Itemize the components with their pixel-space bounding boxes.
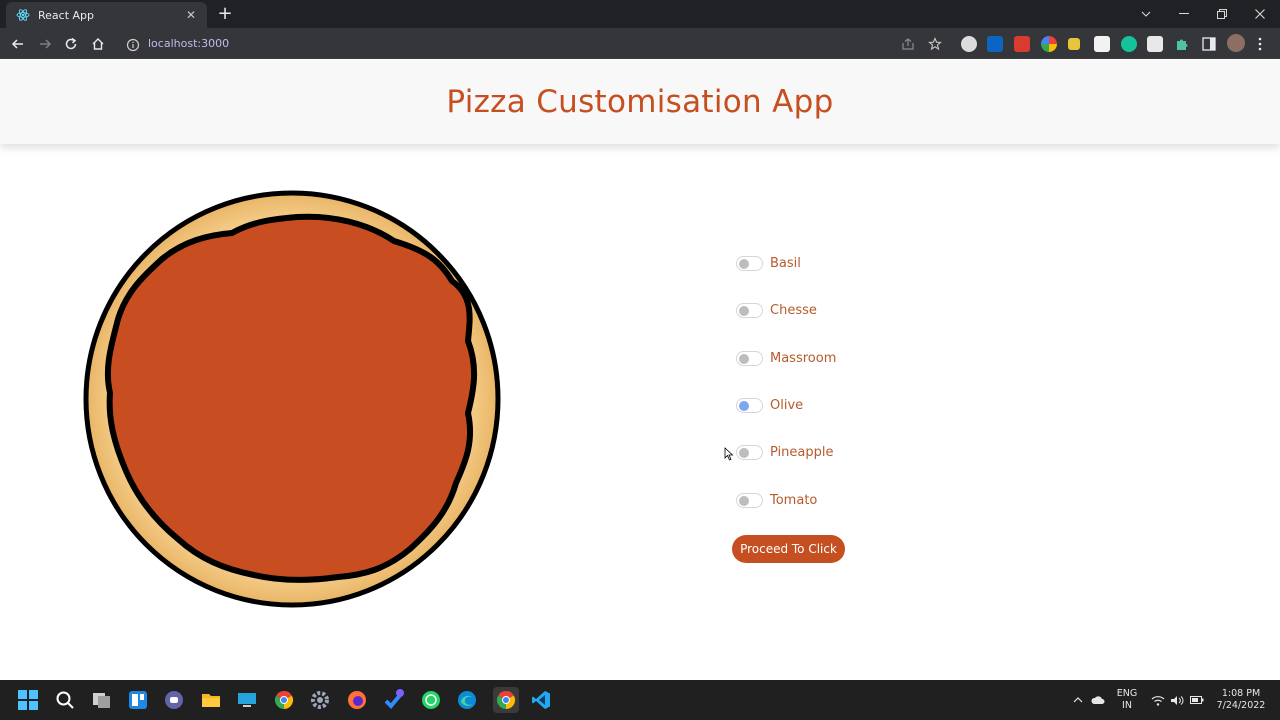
whatsapp-icon[interactable] [420,689,442,711]
topping-option-mushroom[interactable]: Massroom [736,347,836,369]
extension-icon-6[interactable] [1094,36,1110,52]
mouse-cursor-icon [724,446,734,461]
topping-toggle-mushroom[interactable] [736,350,763,366]
toggle-knob [739,447,749,458]
chevron-up-icon[interactable] [1071,694,1085,706]
extension-icon-1[interactable] [961,36,977,52]
proceed-button[interactable]: Proceed To Click [732,535,845,563]
site-info-icon[interactable] [126,37,140,51]
topping-option-basil[interactable]: Basil [736,252,801,274]
settings-gear-icon[interactable] [309,689,331,711]
onedrive-icon[interactable] [1091,694,1105,706]
wifi-icon[interactable] [1151,694,1165,706]
linkedin-extension-icon[interactable] [987,36,1003,52]
search-icon[interactable] [54,689,76,711]
widgets-icon[interactable] [127,689,149,711]
browser-tab[interactable]: React App ✕ [6,2,207,28]
language-indicator[interactable]: ENG IN [1112,688,1142,712]
react-logo-icon [16,8,30,22]
address-bar[interactable]: localhost:3000 [118,31,948,56]
topping-toggle-olive[interactable] [736,397,763,413]
topping-label: Olive [770,397,804,413]
browser-tab-strip: React App ✕ + [0,0,1280,28]
close-window-icon[interactable] [1241,0,1279,28]
url-text: localhost:3000 [148,37,230,50]
firefox-icon[interactable] [346,689,368,711]
reload-icon[interactable] [60,33,82,55]
toggle-knob [739,495,749,506]
topping-option-olive[interactable]: Olive [736,394,803,416]
file-explorer-icon[interactable] [200,689,222,711]
windows-taskbar: ENG IN 1:08 PM 7/24/2022 [0,680,1280,720]
volume-icon[interactable] [1170,694,1184,706]
home-icon[interactable] [87,33,109,55]
topping-label: Pineapple [770,444,834,460]
topping-toggle-pineapple[interactable] [736,444,763,460]
restore-icon[interactable] [1203,0,1241,28]
grammarly-extension-icon[interactable] [1121,36,1137,52]
topping-toggle-tomato[interactable] [736,492,763,508]
language-region: IN [1122,700,1132,711]
toggle-knob [739,353,749,364]
windows-start-icon[interactable] [17,689,39,711]
pizza-illustration [82,189,502,609]
forward-icon[interactable] [34,33,56,55]
extensions-puzzle-icon[interactable] [1174,36,1190,52]
clock-date: 7/24/2022 [1216,700,1266,711]
pizza-sauce [104,213,478,583]
share-icon[interactable] [897,33,919,55]
back-icon[interactable] [7,33,29,55]
topping-label: Chesse [770,302,817,318]
app-header: Pizza Customisation App [0,60,1280,144]
browser-toolbar: localhost:3000 [0,28,1280,59]
topping-option-cheese[interactable]: Chesse [736,299,817,321]
clock-time: 1:08 PM [1221,688,1261,699]
profile-avatar[interactable] [1227,34,1245,52]
todo-app-icon[interactable] [383,689,405,711]
clock[interactable]: 1:08 PM 7/24/2022 [1208,688,1274,712]
topping-toggle-cheese[interactable] [736,302,763,318]
browser-menu-icon[interactable] [1256,36,1264,52]
topping-option-pineapple[interactable]: Pineapple [736,441,833,463]
chrome-icon[interactable] [273,689,295,711]
tab-title: React App [38,8,95,22]
remote-desktop-icon[interactable] [236,689,258,711]
minimize-icon[interactable] [1165,0,1203,28]
chrome-active-icon[interactable] [493,687,519,713]
topping-toggle-basil[interactable] [736,255,763,271]
language-code: ENG [1116,688,1138,699]
toggle-knob [739,258,749,269]
toggle-knob [739,400,749,411]
page-title: Pizza Customisation App [446,84,834,120]
topping-label: Basil [770,255,801,271]
toggle-knob [739,305,749,316]
topping-option-tomato[interactable]: Tomato [736,489,817,511]
topping-label: Tomato [770,492,818,508]
extension-icon-5[interactable] [1068,38,1080,50]
tab-search-icon[interactable] [1127,0,1165,28]
teams-chat-icon[interactable] [163,689,185,711]
side-panel-icon[interactable] [1201,36,1217,52]
task-view-icon[interactable] [91,689,113,711]
extension-icon-3[interactable] [1014,36,1030,52]
new-tab-button[interactable]: + [214,4,236,24]
extension-icon-4[interactable] [1041,36,1057,52]
edge-icon[interactable] [456,689,478,711]
qr-extension-icon[interactable] [1147,36,1163,52]
topping-label: Massroom [770,350,837,366]
battery-icon[interactable] [1190,694,1204,706]
bookmark-star-icon[interactable] [924,33,946,55]
tab-close-icon[interactable]: ✕ [183,8,199,22]
vscode-icon[interactable] [530,689,552,711]
